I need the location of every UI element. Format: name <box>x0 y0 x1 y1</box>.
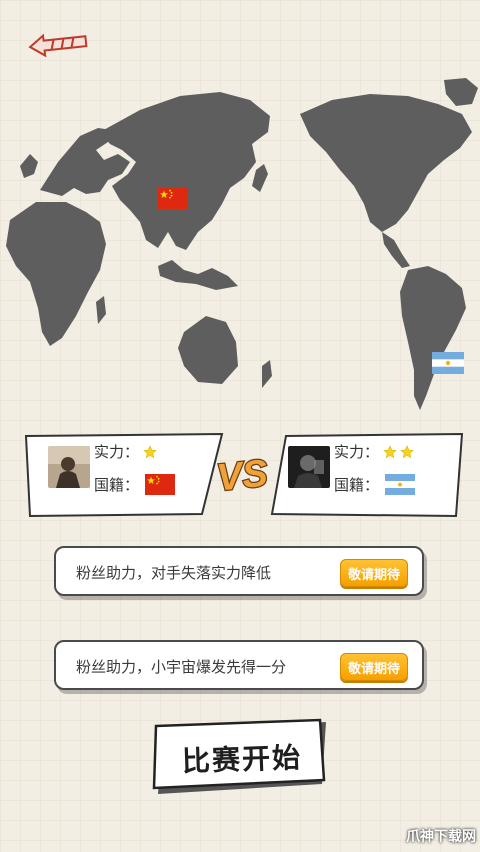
china-flag-icon <box>158 188 188 209</box>
madagascar-landmass <box>96 296 106 324</box>
star-icon <box>400 444 414 458</box>
start-match-label: 比赛开始 <box>181 740 303 779</box>
greenland-landmass <box>444 78 478 106</box>
china-flag-icon <box>145 474 176 495</box>
north-america-landmass <box>300 94 472 232</box>
vs-badge: VS <box>214 451 271 500</box>
star-icon <box>143 444 157 458</box>
australia-landmass <box>178 316 238 384</box>
strength-label: 实力： <box>94 443 140 461</box>
new-zealand-landmass <box>262 360 272 388</box>
start-match-button[interactable]: 比赛开始 <box>152 718 332 798</box>
strength-label: 实力： <box>334 443 380 461</box>
strength-stars <box>383 444 414 459</box>
back-arrow-button[interactable] <box>26 30 92 58</box>
nationality-label: 国籍： <box>334 476 380 494</box>
strength-stars <box>143 444 157 459</box>
argentina-flag-icon <box>385 474 416 495</box>
central-america-landmass <box>382 232 410 268</box>
star-icon <box>383 444 397 458</box>
boost-description: 粉丝助力，对手失落实力降低 <box>76 564 272 582</box>
coming-soon-button[interactable]: 敬请期待 <box>340 653 408 681</box>
british-isles-landmass <box>20 154 38 178</box>
argentina-flag-icon <box>432 352 464 374</box>
southeast-asia-landmass <box>158 260 238 290</box>
player-avatar-right <box>288 446 330 488</box>
boost-description: 粉丝助力，小宇宙爆发先得一分 <box>76 658 287 676</box>
asia-landmass <box>100 92 270 250</box>
vs-label: VS <box>215 452 270 499</box>
south-america-landmass <box>400 266 466 410</box>
africa-landmass <box>6 202 106 346</box>
player-card-right: 实力： 国籍： <box>268 432 464 518</box>
fan-boost-card: 粉丝助力，小宇宙爆发先得一分 敬请期待 <box>54 640 424 690</box>
nationality-label: 国籍： <box>94 476 140 494</box>
player-avatar-left <box>48 446 90 488</box>
player-card-left: 实力： 国籍： <box>22 432 226 518</box>
coming-soon-button[interactable]: 敬请期待 <box>340 559 408 587</box>
world-map <box>6 78 478 410</box>
watermark: 爪神下载网 <box>406 829 476 845</box>
japan-landmass <box>252 164 268 192</box>
fan-boost-card: 粉丝助力，对手失落实力降低 敬请期待 <box>54 546 424 596</box>
